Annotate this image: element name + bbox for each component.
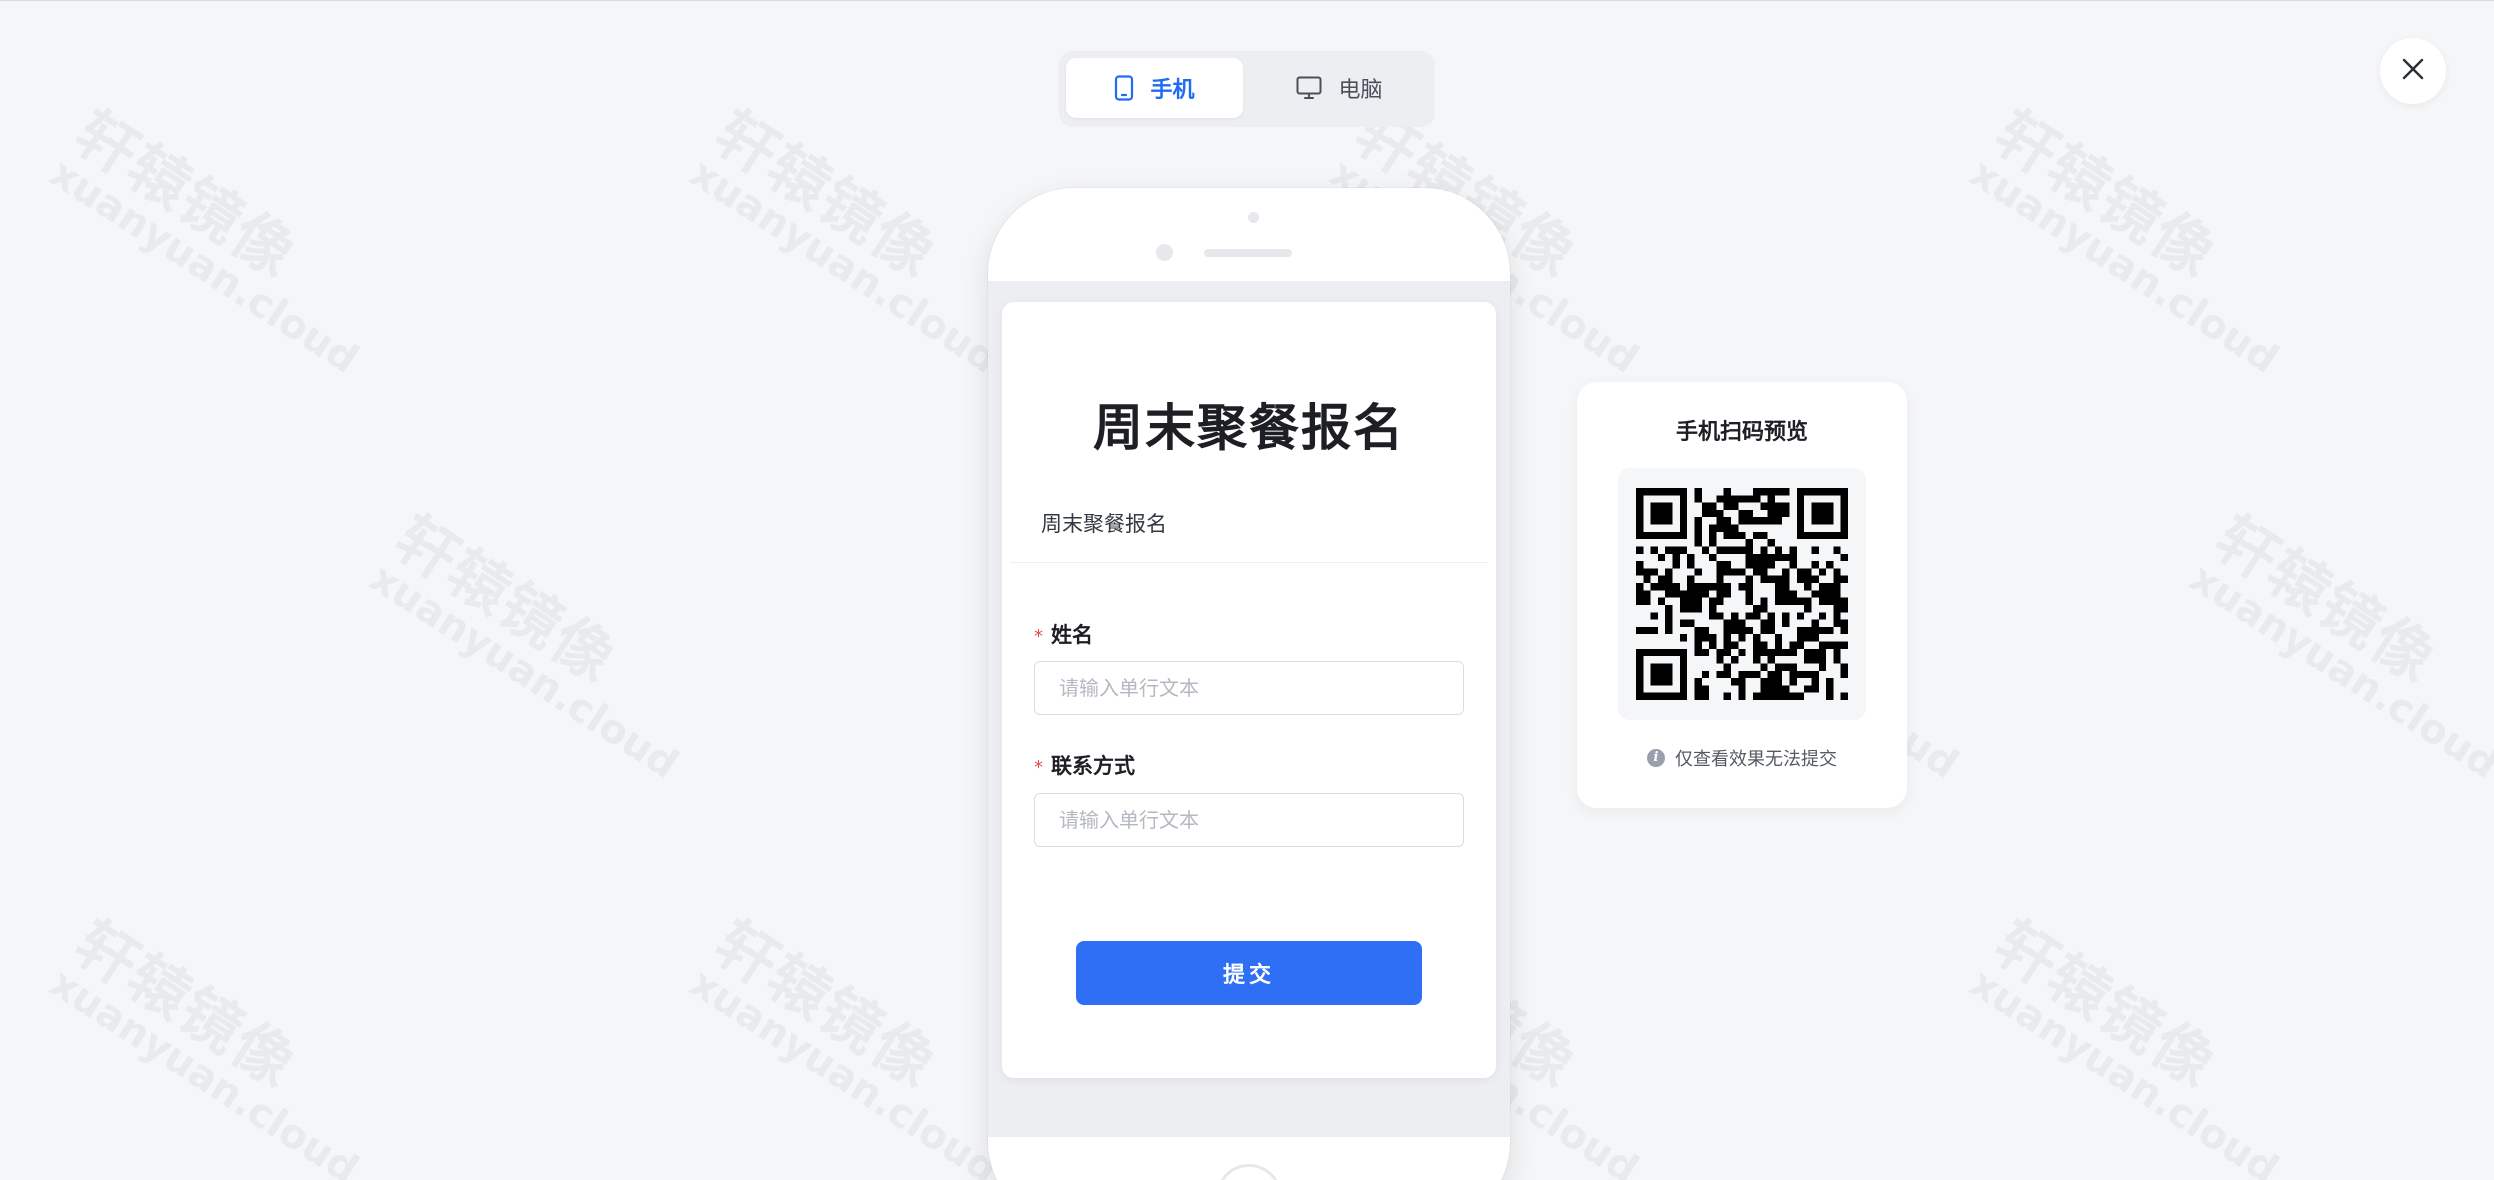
qr-note: i 仅查看效果无法提交 <box>1577 745 1907 771</box>
watermark: 轩辕镜像xuanyuan.cloud <box>2181 503 2494 789</box>
name-input[interactable] <box>1034 661 1464 715</box>
submit-button[interactable]: 提交 <box>1076 941 1422 1005</box>
qr-preview-card: 手机扫码预览 i 仅查看效果无法提交 <box>1577 382 1907 808</box>
watermark: 轩辕镜像xuanyuan.cloud <box>1961 908 2287 1180</box>
field-label-text: 姓名 <box>1051 623 1093 647</box>
qr-note-text: 仅查看效果无法提交 <box>1675 749 1837 770</box>
preview-page: 轩辕镜像 xuanyuan.cloud 轩辕镜像 xuanyuan.cloud 轩辕… <box>0 0 2494 1180</box>
field-label-text: 联系方式 <box>1051 754 1135 778</box>
mobile-phone-icon <box>1114 75 1134 101</box>
info-icon: i <box>1647 749 1665 767</box>
form-description: 周末聚餐报名 <box>1041 512 1167 536</box>
phone-speaker <box>1204 249 1292 257</box>
phone-sensor <box>1156 244 1173 261</box>
required-mark: * <box>1034 626 1043 647</box>
tab-mobile[interactable]: 手机 <box>1066 58 1243 118</box>
contact-input[interactable] <box>1034 793 1464 847</box>
qr-code-frame <box>1618 468 1866 720</box>
qr-modules <box>1636 488 1848 700</box>
form-preview-card: 周末聚餐报名 周末聚餐报名 * 姓名 * 联系方式 提交 <box>1002 302 1496 1078</box>
watermark: 轩辕镜像xuanyuan.cloud <box>681 908 1007 1180</box>
field-label-contact: * 联系方式 <box>1034 750 1135 780</box>
divider <box>1010 562 1488 563</box>
watermark: 轩辕镜像xuanyuan.cloud <box>41 908 367 1180</box>
required-mark: * <box>1034 757 1043 778</box>
field-label-name: * 姓名 <box>1034 619 1093 649</box>
phone-home-button <box>1216 1164 1282 1180</box>
watermark: 轩辕镜像xuanyuan.cloud <box>361 503 687 789</box>
phone-camera <box>1248 212 1259 223</box>
tab-mobile-label: 手机 <box>1150 78 1195 103</box>
close-button[interactable] <box>2380 38 2446 104</box>
device-toggle: 手机 电脑 <box>1059 51 1435 127</box>
tab-desktop[interactable]: 电脑 <box>1251 58 1428 118</box>
qr-code-image <box>1636 488 1848 700</box>
watermark: 轩辕镜像xuanyuan.cloud <box>41 98 367 384</box>
watermark: 轩辕镜像xuanyuan.cloud <box>1961 98 2287 384</box>
watermark: 轩辕镜像xuanyuan.cloud <box>681 98 1007 384</box>
tab-desktop-label: 电脑 <box>1338 78 1383 103</box>
qr-title: 手机扫码预览 <box>1675 420 1808 445</box>
form-title: 周末聚餐报名 <box>1093 399 1405 457</box>
close-icon <box>2401 57 2425 85</box>
desktop-monitor-icon <box>1296 76 1322 100</box>
